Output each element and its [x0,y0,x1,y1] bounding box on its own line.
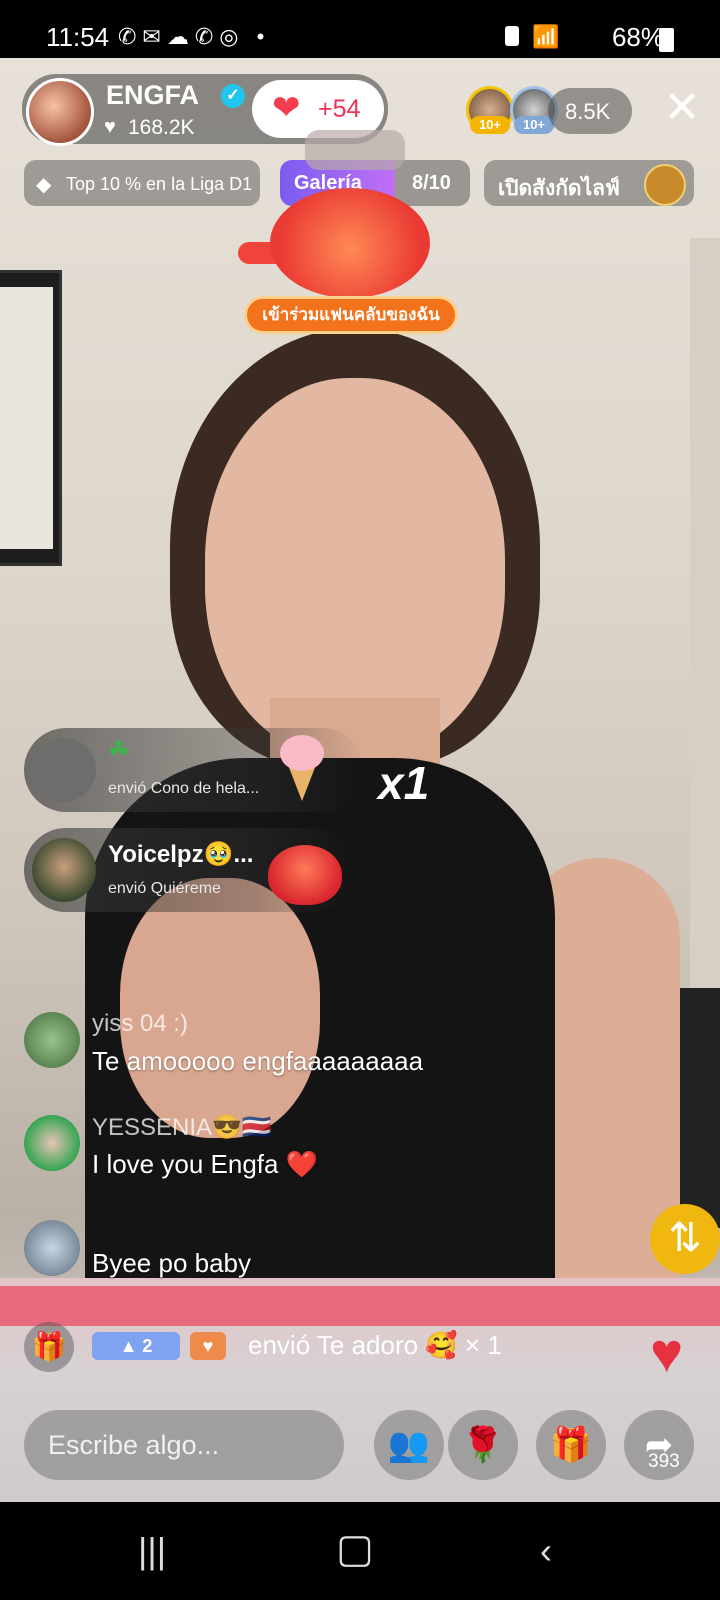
league-rank-text: Top 10 % en la Liga D1 [66,174,253,194]
system-navigation-bar: ||| ▢ ‹ [0,1502,720,1600]
gift-ticker: 🎁 ▲ 2 ♥ envió Te adoro 🥰 × 1 [24,1322,624,1372]
top-viewer-badge: 10+ [470,116,510,134]
league-rank-chip[interactable]: ◆ Top 10 % en la Liga D1 [24,160,260,206]
clover-icon: ☘ [108,737,130,764]
wall-picture-frame [0,270,62,566]
battery-icon [659,28,674,52]
fanclub-heart-mascot-icon[interactable] [270,188,430,298]
gifter-name: Yoicelpz🥹... [108,841,254,868]
gift-box-icon[interactable]: 🎁 [24,1322,74,1372]
gift-description: envió Quiéreme [108,880,221,897]
ice-cream-cone-gift-icon [278,735,326,801]
commenter-avatar[interactable] [24,1220,80,1276]
rose-gift-icon[interactable]: 🌹 [448,1410,518,1480]
recent-apps-icon[interactable]: ||| [138,1530,166,1572]
gift-combo-count: x1 [378,757,430,809]
commenter-name[interactable]: YESSENIA😎🇨🇷 [92,1113,272,1142]
comment-input[interactable] [24,1410,344,1480]
fan-badge-icon: ♥ [190,1332,226,1360]
gifter-avatar[interactable] [32,838,96,902]
status-bar: 11:54 ✆✉☁✆◎ • 📶 68% [0,0,720,58]
home-icon[interactable]: ▢ [336,1526,374,1572]
level-badge-number: 2 [142,1336,153,1356]
comment-text: Te amooooo engfaaaaaaaaa [92,1046,424,1076]
ticker-text: envió Te adoro 🥰 × 1 [248,1330,502,1360]
commenter-avatar[interactable] [24,1012,80,1068]
wifi-signal-icon: 📶 [532,24,560,49]
comment-text: I love you Engfa ❤️ [92,1149,319,1179]
diamond-icon: ◆ [36,174,52,196]
share-count: 393 [648,1451,680,1472]
streamer-hands [120,878,320,1138]
mascot-glasses [305,130,405,170]
close-icon[interactable]: ✕ [660,86,704,132]
repost-icon[interactable]: ⇅ [650,1204,720,1274]
floating-heart-icon: ♥ [650,1321,684,1384]
likes-heart-icon: ♥ [104,116,116,138]
heart-icon: ❤ [272,89,301,127]
status-time: 11:54 [46,22,110,52]
agency-promo-text: เปิดสังกัดไลฟ์ [498,177,620,200]
heart-gift-icon [268,845,342,905]
host-name[interactable]: ENGFA [106,80,199,111]
multi-guest-icon[interactable]: 👥 [374,1410,444,1480]
comment-text: Byee po baby [92,1248,252,1278]
like-increment: +54 [318,95,361,123]
top-viewer-badge: 10+ [514,116,554,134]
back-icon[interactable]: ‹ [540,1530,552,1572]
host-avatar[interactable] [26,78,94,146]
notification-icons: ✆✉☁✆◎ • [118,24,271,49]
host-like-count: 168.2K [128,116,195,139]
level-badge: ▲ 2 [92,1332,180,1360]
verified-badge-icon: ✓ [221,84,245,108]
join-fanclub-button[interactable]: เข้าร่วมแฟนคลับของฉัน [244,296,458,334]
gifter-avatar[interactable] [32,738,96,802]
battery-percentage: 68% [611,22,664,52]
gallery-count: 8/10 [412,172,451,194]
agency-promo-chip[interactable]: เปิดสังกัดไลฟ์ [484,160,694,206]
wall-edge [690,238,720,1038]
tiktok-live-badge-icon [644,164,686,206]
commenter-avatar[interactable] [24,1115,80,1171]
commenter-name[interactable]: yiss 04 :) [92,1010,188,1038]
gift-icon[interactable]: 🎁 [536,1410,606,1480]
viewer-count[interactable]: 8.5K [565,99,610,125]
gift-description: envió Cono de hela... [108,780,260,797]
desk-red-item [0,1286,720,1326]
nfc-icon [505,26,519,46]
